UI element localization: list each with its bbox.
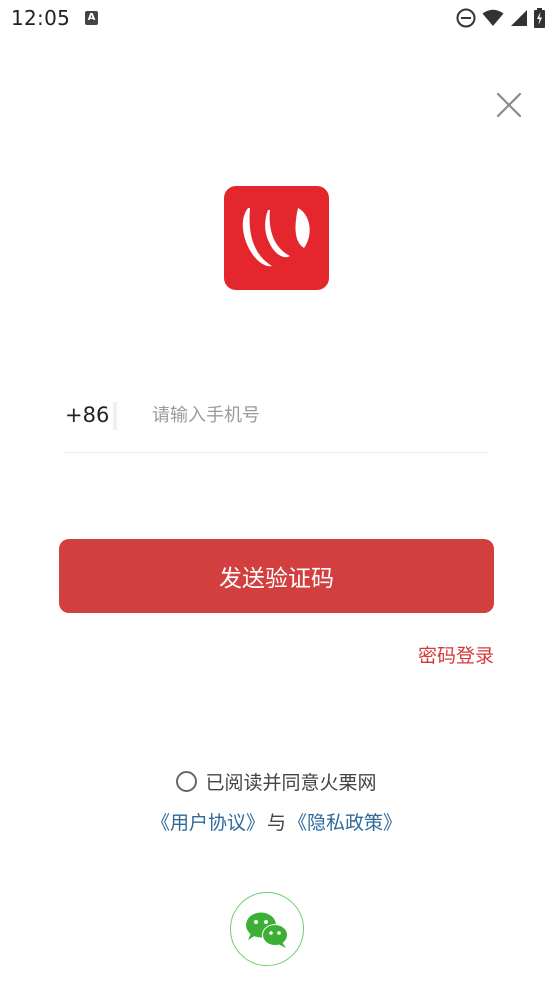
password-login-link[interactable]: 密码登录	[390, 641, 494, 668]
wechat-login-button[interactable]	[230, 892, 304, 966]
phone-underline	[64, 452, 488, 453]
wechat-icon	[246, 912, 288, 948]
privacy-policy-link[interactable]: 《隐私政策》	[288, 808, 402, 835]
send-code-button[interactable]: 发送验证码	[59, 539, 494, 613]
country-code[interactable]: +86	[65, 403, 109, 427]
agreement-checkbox[interactable]	[176, 771, 198, 792]
battery-icon	[534, 8, 545, 28]
status-time: 12:05	[11, 6, 71, 30]
a-box-icon: A	[85, 11, 98, 25]
close-button[interactable]	[494, 90, 524, 120]
agreement-text: 已阅读并同意火栗网	[205, 772, 377, 794]
signal-icon	[511, 10, 527, 26]
app-logo-icon	[242, 208, 310, 267]
app-logo	[224, 186, 329, 290]
do-not-disturb-icon	[456, 8, 476, 28]
user-agreement-link[interactable]: 《用户协议》	[151, 808, 265, 835]
policy-links: 《用户协议》 与 《隐私政策》	[0, 808, 553, 835]
close-icon	[496, 92, 522, 118]
policy-and-text: 与	[266, 812, 286, 834]
phone-input[interactable]	[152, 398, 487, 432]
agreement-row: 已阅读并同意火栗网	[0, 768, 553, 795]
status-icons	[456, 8, 545, 28]
country-code-divider	[113, 402, 117, 430]
wifi-icon	[482, 9, 504, 26]
